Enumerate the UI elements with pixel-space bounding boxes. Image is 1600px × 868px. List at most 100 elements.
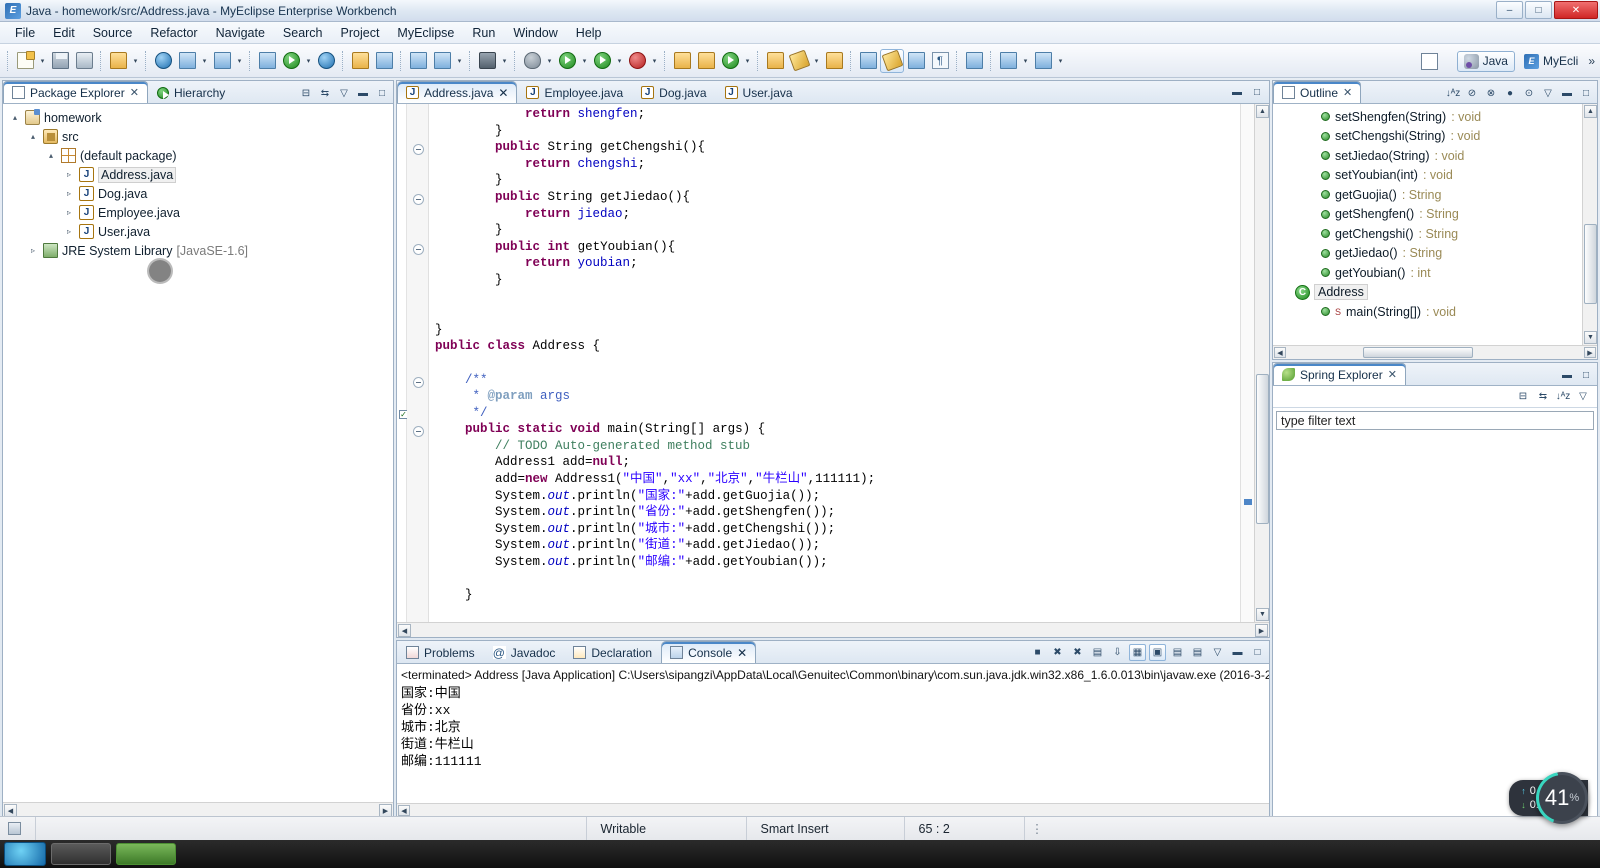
- code-line[interactable]: * @param args: [429, 388, 1240, 405]
- spring-filter-input[interactable]: type filter text: [1276, 411, 1594, 430]
- tree-item-dog-java[interactable]: ▹ J Dog.java: [9, 184, 393, 203]
- maximize-icon[interactable]: □: [374, 85, 390, 101]
- external-tools-button[interactable]: [625, 49, 649, 73]
- cpu-usage-gauge[interactable]: 41 %: [1536, 772, 1588, 824]
- fold-toggle-icon[interactable]: [413, 376, 424, 388]
- outline-item-getchengshi[interactable]: getChengshi() : String: [1273, 224, 1597, 244]
- new-class-button[interactable]: [670, 49, 694, 73]
- code-line[interactable]: public class Address {: [429, 338, 1240, 355]
- folding-gutter[interactable]: [407, 104, 429, 622]
- outline-scroll-thumb[interactable]: [1584, 224, 1597, 304]
- outline-item-main-string[interactable]: Smain(String[]) : void: [1273, 302, 1597, 322]
- print-button[interactable]: [72, 49, 96, 73]
- scroll-up-icon[interactable]: ▲: [1584, 105, 1597, 118]
- menu-run[interactable]: Run: [463, 24, 504, 42]
- remove-all-icon[interactable]: ✖: [1069, 644, 1086, 661]
- scroll-left-icon[interactable]: ◀: [1274, 347, 1286, 358]
- code-line[interactable]: [429, 604, 1240, 621]
- outline-item-setshengfen-string[interactable]: setShengfen(String) : void: [1273, 107, 1597, 127]
- run-server-button[interactable]: [279, 49, 303, 73]
- new-annotation-button[interactable]: [718, 49, 742, 73]
- menu-help[interactable]: Help: [567, 24, 611, 42]
- uml-button[interactable]: [430, 49, 454, 73]
- remove-launch-icon[interactable]: ✖: [1049, 644, 1066, 661]
- fold-toggle-icon[interactable]: [413, 243, 424, 255]
- tree-item-user-java[interactable]: ▹ J User.java: [9, 222, 393, 241]
- maximize-button[interactable]: □: [1525, 1, 1552, 19]
- minimize-icon[interactable]: ▬: [1559, 367, 1575, 383]
- tab-package-explorer[interactable]: Package Explorer ✕: [3, 81, 148, 103]
- code-line[interactable]: System.out.println("城市:"+add.getChengshi…: [429, 521, 1240, 538]
- outline-item-getjiedao[interactable]: getJiedao() : String: [1273, 244, 1597, 264]
- outline-hscroll-thumb[interactable]: [1363, 347, 1473, 358]
- open-console-icon[interactable]: ▤: [1189, 644, 1206, 661]
- collapse-all-icon[interactable]: ⊟: [1515, 389, 1531, 405]
- close-icon[interactable]: ✕: [498, 86, 508, 100]
- code-line[interactable]: /**: [429, 372, 1240, 389]
- package-explorer-hscrollbar[interactable]: ◀ ▶: [3, 802, 393, 817]
- word-wrap-icon[interactable]: ▦: [1129, 644, 1146, 661]
- link-with-editor-icon[interactable]: ⇆: [1535, 389, 1551, 405]
- collapse-arrow-icon[interactable]: ▴: [9, 113, 21, 122]
- outline-item-setyoubian-int[interactable]: setYoubian(int) : void: [1273, 166, 1597, 186]
- chevron-down-icon[interactable]: ▾: [742, 49, 753, 73]
- menu-search[interactable]: Search: [274, 24, 332, 42]
- taskbar-item-2[interactable]: [116, 843, 176, 865]
- code-line[interactable]: // TODO Auto-generated method stub: [429, 438, 1240, 455]
- editor-tab-dog[interactable]: J Dog.java: [632, 81, 715, 103]
- code-line[interactable]: public String getJiedao(){: [429, 189, 1240, 206]
- perspective-overflow-icon[interactable]: »: [1585, 54, 1598, 68]
- scroll-left-icon[interactable]: ◀: [398, 624, 411, 637]
- maximize-icon[interactable]: □: [1578, 367, 1594, 383]
- display-console-icon[interactable]: ▤: [1169, 644, 1186, 661]
- save-button[interactable]: [48, 49, 72, 73]
- code-line[interactable]: return shengfen;: [429, 106, 1240, 123]
- hide-fields-icon[interactable]: ⊘: [1464, 85, 1480, 101]
- expand-arrow-icon[interactable]: ▹: [63, 227, 75, 236]
- close-icon[interactable]: ✕: [737, 646, 747, 660]
- chevron-down-icon[interactable]: ▾: [303, 49, 314, 73]
- chevron-down-icon[interactable]: ▾: [130, 49, 141, 73]
- code-line[interactable]: */: [429, 405, 1240, 422]
- code-line[interactable]: public String getChengshi(){: [429, 139, 1240, 156]
- code-line[interactable]: }: [429, 172, 1240, 189]
- perspective-java[interactable]: Java: [1456, 50, 1515, 72]
- editor-tab-user[interactable]: J User.java: [716, 81, 802, 103]
- deploy-button[interactable]: [175, 49, 199, 73]
- chevron-down-icon[interactable]: ▾: [579, 49, 590, 73]
- code-line[interactable]: return chengshi;: [429, 156, 1240, 173]
- clear-console-icon[interactable]: ▤: [1089, 644, 1106, 661]
- code-line[interactable]: [429, 571, 1240, 588]
- chevron-down-icon[interactable]: ▾: [1020, 49, 1031, 73]
- code-editor[interactable]: ✓ return shengfen; } public String getCh…: [397, 104, 1269, 622]
- source-code[interactable]: return shengfen; } public String getChen…: [429, 104, 1240, 622]
- minimize-icon[interactable]: ▬: [1229, 84, 1245, 100]
- expand-arrow-icon[interactable]: ▹: [63, 170, 75, 179]
- refresh-button[interactable]: [372, 49, 396, 73]
- outline-item-getyoubian[interactable]: getYoubian() : int: [1273, 263, 1597, 283]
- scroll-lock-icon[interactable]: ⇩: [1109, 644, 1126, 661]
- outline-item-address[interactable]: C Address: [1273, 283, 1597, 303]
- tab-hierarchy[interactable]: Hierarchy: [148, 81, 234, 103]
- tree-item-default-package[interactable]: ▴ (default package): [9, 146, 393, 165]
- toggle-mark-occurrences-button[interactable]: [880, 48, 904, 73]
- perspective-myecli[interactable]: E MyEcli: [1517, 51, 1585, 72]
- open-type-button[interactable]: [763, 49, 787, 73]
- link-with-editor-icon[interactable]: ⇆: [317, 85, 333, 101]
- forward-button[interactable]: [1031, 49, 1055, 73]
- collapse-all-icon[interactable]: ⊟: [298, 85, 314, 101]
- console-tab-declaration[interactable]: Declaration: [564, 641, 661, 663]
- code-line[interactable]: }: [429, 587, 1240, 604]
- expand-arrow-icon[interactable]: ▹: [27, 246, 39, 255]
- block-selection-button[interactable]: [904, 49, 928, 73]
- chevron-down-icon[interactable]: ▾: [199, 49, 210, 73]
- editor-hscrollbar[interactable]: ◀ ▶: [397, 622, 1269, 637]
- open-perspective-icon[interactable]: [1418, 49, 1442, 73]
- start-button[interactable]: [4, 842, 46, 866]
- tree-item-jre-system-library[interactable]: ▹ JRE System Library [JavaSE-1.6]: [9, 241, 393, 260]
- snapshot-button[interactable]: [475, 49, 499, 73]
- sort-icon[interactable]: ↓ᴬz: [1445, 85, 1461, 101]
- fold-toggle-icon[interactable]: [413, 194, 424, 205]
- web20-button[interactable]: [151, 49, 175, 73]
- last-edit-button[interactable]: [856, 49, 880, 73]
